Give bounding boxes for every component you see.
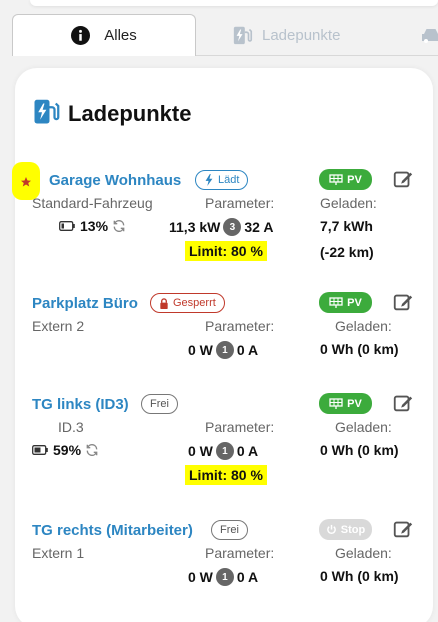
tab-label: Alles (104, 27, 137, 44)
phases-badge: 1 (215, 442, 234, 460)
phases-badge: 1 (215, 568, 234, 586)
tab-divider (196, 55, 438, 56)
tab-label: Ladepunkte (262, 26, 341, 44)
chargepoint-name[interactable]: Parkplatz Büro (32, 295, 138, 312)
vehicle-name[interactable]: Extern 1 (32, 545, 84, 561)
status-badge: Frei (211, 520, 248, 540)
parameter-label: Parameter: (205, 318, 275, 334)
battery-icon (59, 221, 75, 231)
mode-button[interactable]: PV (319, 292, 372, 313)
energy-value: 0 Wh (0 km) (320, 341, 399, 357)
status-badge: Gesperrt (150, 293, 225, 313)
edit-icon[interactable] (392, 168, 414, 195)
energy-value: 0 Wh (0 km) (320, 568, 399, 584)
solar-panel-icon (329, 297, 343, 308)
tab-fahrzeuge[interactable] (420, 14, 438, 56)
soc-display: 59% (32, 442, 99, 458)
power-value: 0 W 1 0 A (188, 341, 259, 359)
geladen-label: Geladen: (320, 195, 377, 211)
range-value: (-22 km) (320, 244, 374, 260)
car-icon (420, 26, 438, 44)
info-icon (71, 26, 91, 45)
geladen-label: Geladen: (335, 545, 392, 561)
parameter-label: Parameter: (205, 195, 275, 211)
solar-panel-icon (329, 174, 343, 185)
limit-highlight: Limit: 80 % (185, 241, 267, 261)
edit-icon[interactable] (392, 518, 414, 545)
tab-bar: Alles Ladepunkte (12, 14, 438, 56)
tab-ladepunkte[interactable]: Ladepunkte (232, 14, 340, 56)
card-header: Ladepunkte (32, 96, 191, 131)
chargepoint-name[interactable]: Garage Wohnhaus (49, 172, 181, 189)
edit-icon[interactable] (392, 392, 414, 419)
refresh-icon[interactable] (112, 219, 126, 233)
power-value: 11,3 kW 3 32 A (169, 218, 274, 236)
battery-icon (32, 445, 48, 455)
limit-highlight: Limit: 80 % (185, 465, 267, 485)
charger-icon (232, 24, 254, 46)
bolt-icon (205, 174, 213, 186)
power-value: 0 W 1 0 A (188, 442, 259, 460)
lock-icon (160, 297, 168, 309)
edit-icon[interactable] (392, 291, 414, 318)
tab-alles[interactable]: Alles (12, 14, 196, 56)
vehicle-name[interactable]: Extern 2 (32, 318, 84, 334)
power-value: 0 W 1 0 A (188, 568, 259, 586)
energy-value: 0 Wh (0 km) (320, 442, 399, 458)
chargepoint-name[interactable]: TG rechts (Mitarbeiter) (32, 522, 193, 539)
power-icon (326, 524, 336, 534)
soc-display: 13% (59, 218, 126, 234)
mode-button[interactable]: PV (319, 393, 372, 414)
top-bar (30, 0, 438, 6)
energy-value: 7,7 kWh (320, 218, 373, 234)
charging-station-icon (32, 96, 62, 131)
status-badge: Lädt (195, 170, 249, 190)
status-badge: Frei (141, 394, 178, 414)
card-title: Ladepunkte (68, 100, 192, 126)
chargepoint-name[interactable]: TG links (ID3) (32, 396, 129, 413)
ladepunkte-card: Ladepunkte Garage Wohnhaus Lädt PV Stand… (12, 68, 433, 622)
phases-badge: 1 (215, 341, 234, 359)
parameter-label: Parameter: (205, 419, 275, 435)
solar-panel-icon (329, 398, 343, 409)
geladen-label: Geladen: (335, 419, 392, 435)
parameter-label: Parameter: (205, 545, 275, 561)
mode-button[interactable]: Stop (319, 519, 372, 540)
vehicle-name[interactable]: Standard-Fahrzeug (32, 195, 153, 211)
refresh-icon[interactable] (85, 443, 99, 457)
star-icon (21, 177, 31, 187)
geladen-label: Geladen: (335, 318, 392, 334)
phases-badge: 3 (223, 218, 242, 236)
vehicle-name[interactable]: ID.3 (58, 419, 84, 435)
mode-button[interactable]: PV (319, 169, 372, 190)
